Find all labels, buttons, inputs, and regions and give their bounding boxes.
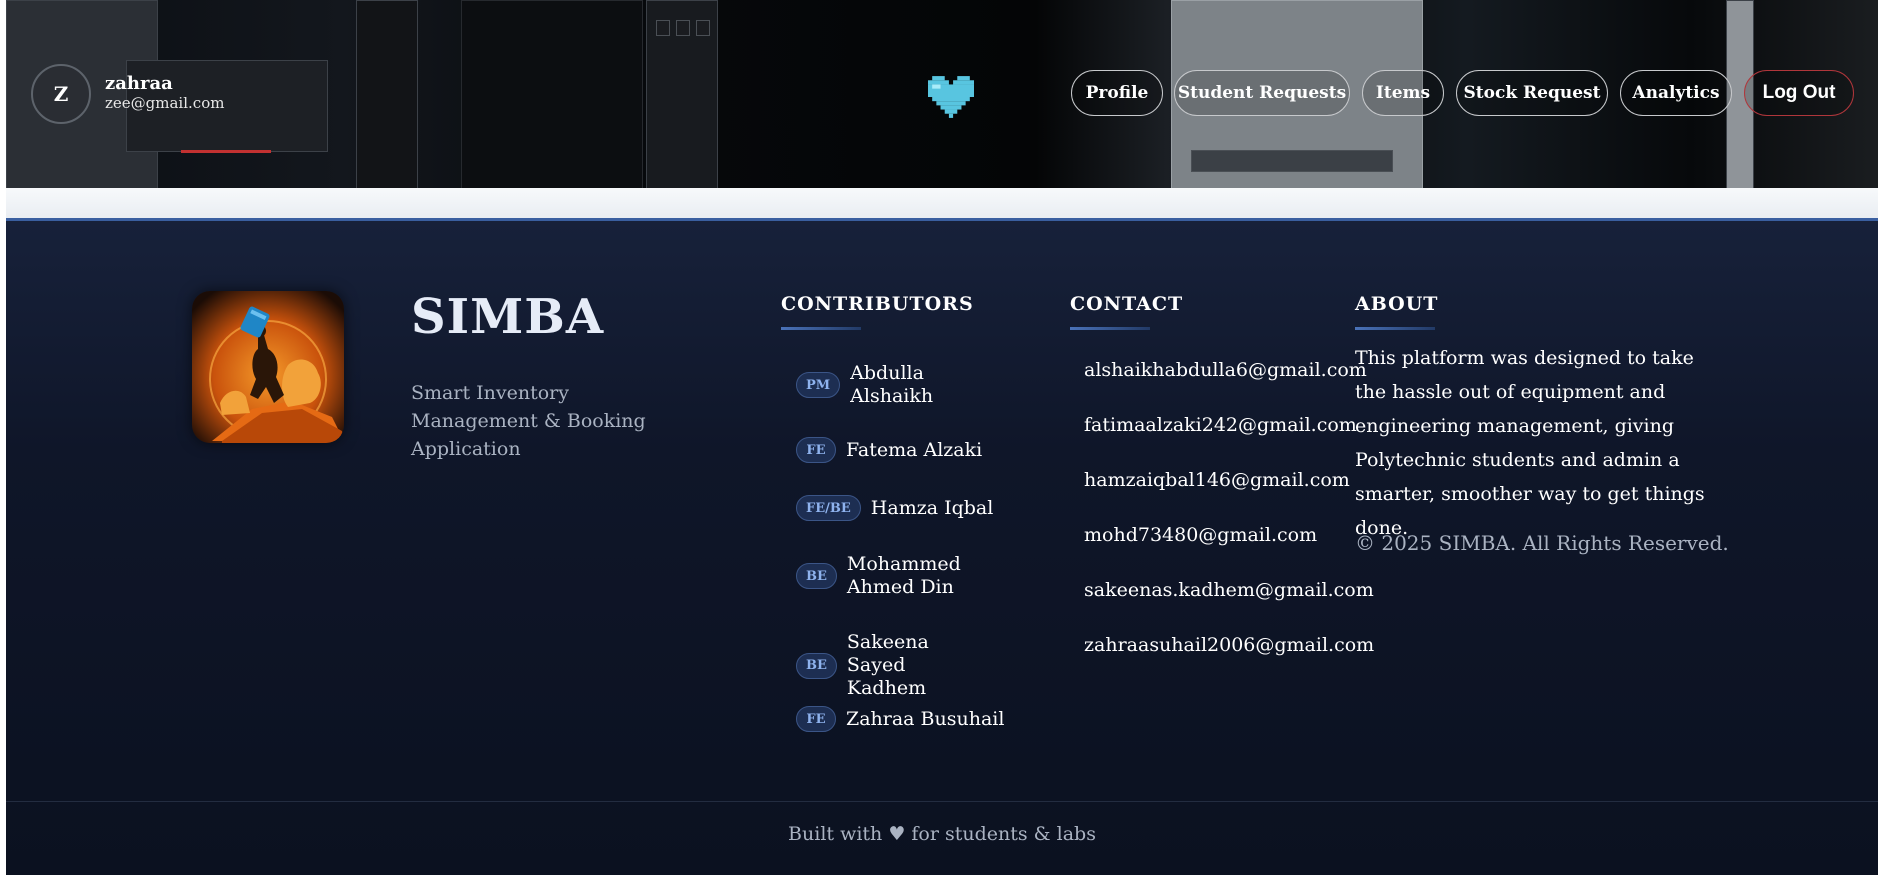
about-text: This platform was designed to take the h…	[1355, 347, 1705, 539]
top-banner: Z zahraa zee@gmail.com Profile Student R…	[6, 0, 1878, 188]
lion-king-logo-icon	[192, 291, 344, 443]
nav-analytics[interactable]: Analytics	[1620, 70, 1732, 116]
contributor-name: Fatema Alzaki	[846, 438, 983, 461]
avatar[interactable]: Z	[31, 64, 91, 124]
rack-led	[181, 150, 271, 153]
nav-student-requests[interactable]: Student Requests	[1174, 70, 1350, 116]
contributors-title: CONTRIBUTORS	[781, 293, 974, 315]
contributor-item: FE Fatema Alzaki	[796, 437, 982, 463]
contact-title: CONTACT	[1070, 293, 1184, 315]
rack-slot	[1191, 150, 1393, 172]
nav-profile[interactable]: Profile	[1071, 70, 1163, 116]
contributor-item: BE Sakeena Sayed Kadhem	[796, 631, 982, 700]
contributor-name: Zahraa Busuhail	[846, 707, 1005, 730]
brand-name: SIMBA	[411, 289, 605, 345]
rack-bg	[356, 0, 418, 188]
copyright-text: © 2025 SIMBA. All Rights Reserved.	[1355, 531, 1729, 555]
rack-slot	[696, 20, 710, 36]
contact-email-link[interactable]: sakeenas.kadhem@gmail.com	[1084, 579, 1374, 601]
role-badge: BE	[796, 563, 837, 589]
role-badge: PM	[796, 372, 841, 398]
contributor-name: Abdulla Alshaikh	[850, 362, 934, 407]
role-badge: FE	[796, 437, 836, 463]
rack-slot	[656, 20, 670, 36]
contributor-name: Sakeena Sayed Kadhem	[846, 631, 929, 699]
role-badge: BE	[796, 652, 837, 679]
contact-underline	[1070, 327, 1150, 330]
rack-bg	[461, 0, 643, 188]
contributor-item: FE/BE Hamza Iqbal	[796, 495, 993, 521]
footer-divider	[6, 801, 1878, 802]
contributor-name: Mohammed Ahmed Din	[846, 553, 961, 598]
contributors-underline	[781, 327, 861, 330]
nav-items[interactable]: Items	[1362, 70, 1444, 116]
contributor-name: Hamza Iqbal	[870, 496, 994, 519]
contributor-item: FE Zahraa Busuhail	[796, 706, 1004, 732]
site-footer: SIMBA Smart Inventory Management & Booki…	[6, 218, 1878, 875]
pixel-heart-icon[interactable]	[928, 76, 974, 118]
contact-email-link[interactable]: hamzaiqbal146@gmail.com	[1084, 469, 1350, 491]
role-badge: FE/BE	[796, 495, 861, 521]
app-frame: Z zahraa zee@gmail.com Profile Student R…	[6, 0, 1878, 875]
contact-email-link[interactable]: zahraasuhail2006@gmail.com	[1084, 634, 1374, 656]
contact-email-link[interactable]: mohd73480@gmail.com	[1084, 524, 1317, 546]
nav-stock-request[interactable]: Stock Request	[1456, 70, 1608, 116]
built-with-text: Built with ♥ for students & labs	[788, 823, 1096, 845]
contributor-item: PM Abdulla Alshaikh	[796, 362, 940, 408]
contact-email-link[interactable]: alshaikhabdulla6@gmail.com	[1084, 359, 1367, 381]
user-name: zahraa	[105, 73, 173, 94]
header-separator	[6, 188, 1878, 218]
brand-tagline: Smart Inventory Management & Booking App…	[411, 382, 646, 460]
contact-email-link[interactable]: fatimaalzaki242@gmail.com	[1084, 414, 1357, 436]
user-email: zee@gmail.com	[105, 94, 225, 112]
contributor-item: BE Mohammed Ahmed Din	[796, 553, 961, 599]
rack-slot	[676, 20, 690, 36]
about-underline	[1355, 327, 1435, 330]
logout-button[interactable]: Log Out	[1744, 70, 1854, 116]
about-title: ABOUT	[1355, 293, 1439, 315]
role-badge: FE	[796, 706, 836, 732]
avatar-initial: Z	[53, 82, 69, 106]
